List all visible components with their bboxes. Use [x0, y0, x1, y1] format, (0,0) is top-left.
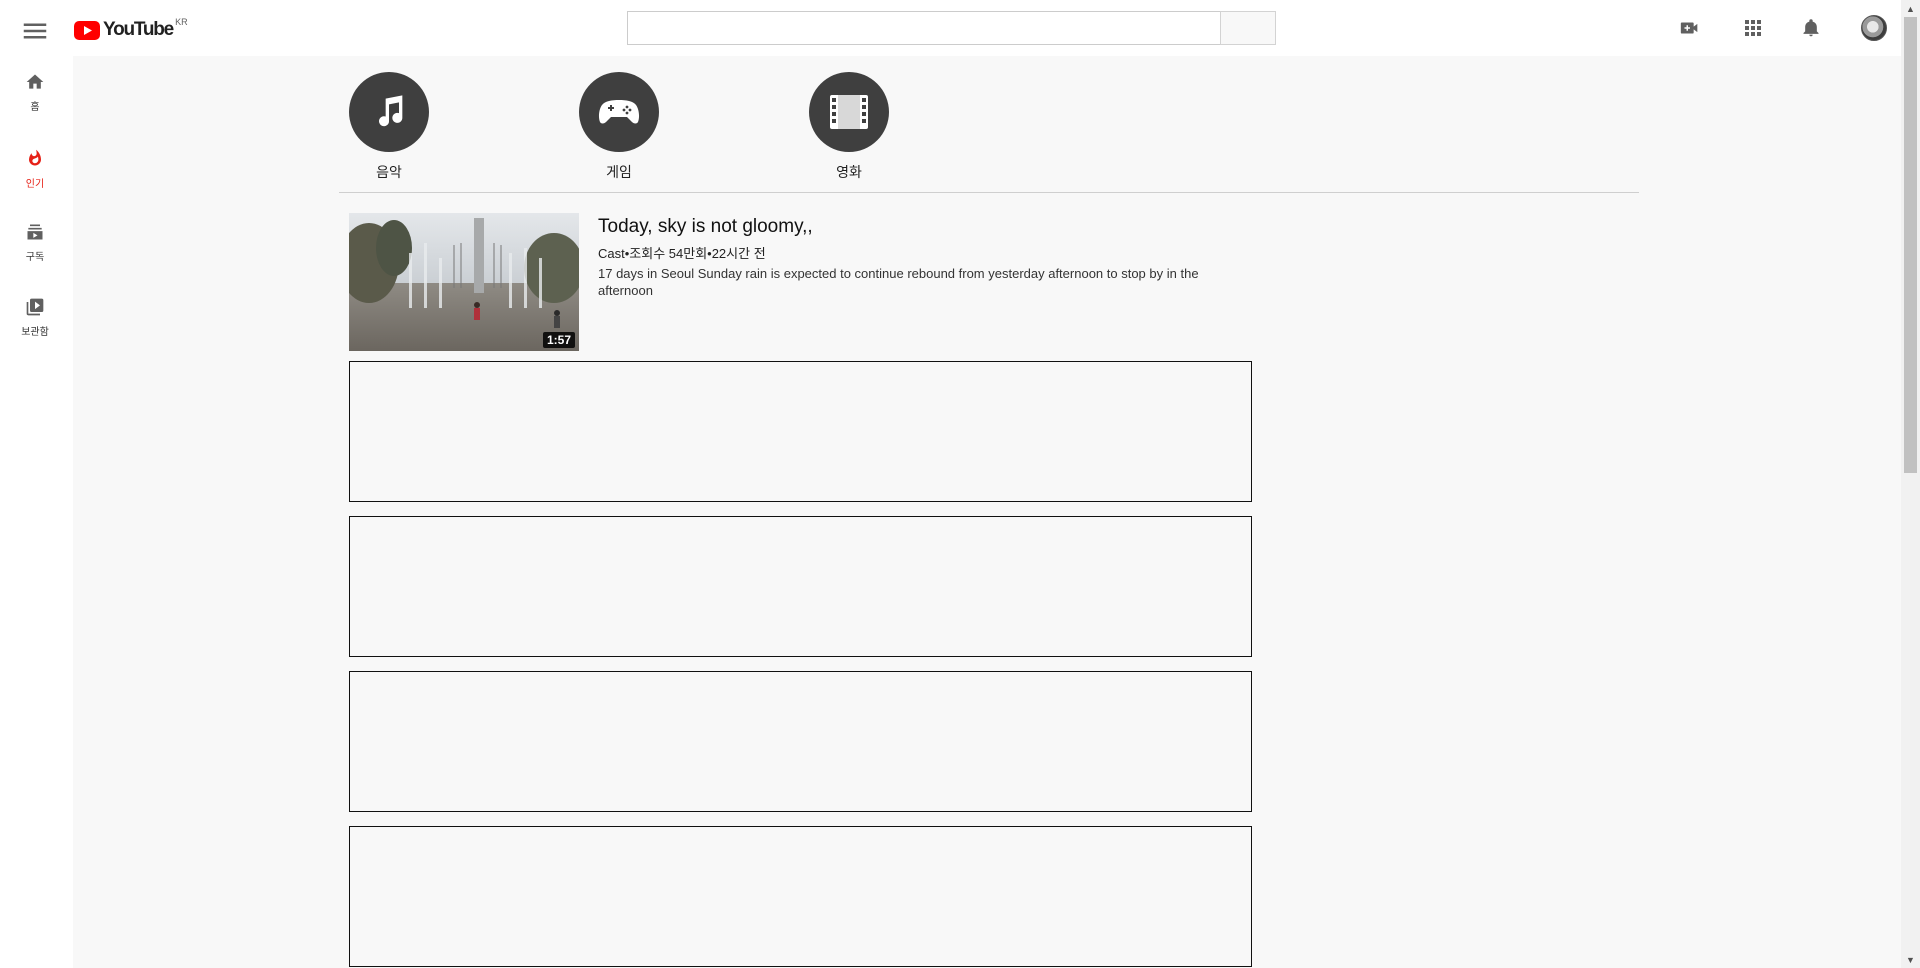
video-description: 17 days in Seoul Sunday rain is expected…: [598, 266, 1199, 298]
youtube-play-logo-icon: [74, 20, 100, 40]
avatar[interactable]: [1861, 15, 1887, 41]
category-circle: [579, 72, 659, 152]
masthead: YouTube KR: [0, 0, 1901, 56]
category-movies[interactable]: 영화: [799, 72, 899, 182]
category-circle: [349, 72, 429, 152]
home-icon: [26, 74, 44, 89]
category-label: 영화: [836, 164, 862, 180]
logo-country-code: KR: [175, 17, 188, 27]
sidebar-item-label: 보관함: [21, 327, 49, 338]
video-item-placeholder: [349, 361, 1252, 502]
sidebar-item-label: 홈: [30, 102, 40, 113]
video-upload-icon: [1680, 22, 1698, 34]
thumbnail-image: [349, 213, 579, 351]
scroll-up-arrow-icon[interactable]: ▲: [1901, 0, 1920, 17]
youtube-logo[interactable]: YouTube KR: [74, 17, 188, 42]
category-gaming[interactable]: 게임: [569, 72, 669, 182]
sidebar-item-trending[interactable]: 인기: [0, 147, 70, 207]
upload-video-button[interactable]: [1676, 14, 1704, 42]
menu-button[interactable]: [20, 16, 50, 46]
main-content: 음악 게임 영화 1:57 Today, sky is not gloomy,,…: [73, 56, 1901, 968]
search-input[interactable]: [627, 11, 1221, 45]
sidebar-item-label: 구독: [25, 252, 45, 263]
gamepad-icon: [598, 100, 640, 124]
video-duration: 1:57: [542, 332, 575, 348]
film-icon: [830, 95, 868, 129]
video-item[interactable]: 1:57 Today, sky is not gloomy,, Cast•조회수…: [349, 213, 1249, 353]
sidebar-item-label: 인기: [25, 179, 45, 190]
video-title[interactable]: Today, sky is not gloomy,,: [598, 216, 813, 238]
video-item-placeholder: [349, 671, 1252, 812]
trending-flame-icon: [29, 149, 41, 166]
logo-text: YouTube: [103, 19, 174, 40]
apps-button[interactable]: [1739, 14, 1767, 42]
category-divider: [339, 192, 1639, 193]
subscriptions-icon: [27, 224, 43, 240]
library-icon: [26, 298, 44, 316]
category-music[interactable]: 음악: [339, 72, 439, 182]
notifications-button[interactable]: [1797, 14, 1825, 42]
menu-icon: [23, 23, 47, 39]
guide-sidebar: 홈 인기 구독 보관함: [0, 56, 73, 968]
category-label: 음악: [376, 164, 402, 180]
video-thumbnail[interactable]: 1:57: [349, 213, 579, 351]
search-button[interactable]: [1220, 11, 1276, 45]
sidebar-item-library[interactable]: 보관함: [0, 297, 70, 357]
category-label: 게임: [606, 164, 632, 180]
scrollbar-thumb[interactable]: [1904, 17, 1917, 473]
notifications-bell-icon: [1803, 19, 1819, 37]
sidebar-item-subscriptions[interactable]: 구독: [0, 222, 70, 282]
video-item-placeholder: [349, 516, 1252, 657]
page-scrollbar[interactable]: ▲ ▼: [1901, 0, 1920, 968]
scroll-down-arrow-icon[interactable]: ▼: [1901, 951, 1920, 968]
video-meta: Cast•조회수 54만회•22시간 전: [598, 246, 766, 261]
category-circle: [809, 72, 889, 152]
music-note-icon: [379, 95, 403, 127]
sidebar-item-home[interactable]: 홈: [0, 72, 70, 132]
video-item-placeholder: [349, 826, 1252, 967]
apps-grid-icon: [1745, 20, 1761, 36]
